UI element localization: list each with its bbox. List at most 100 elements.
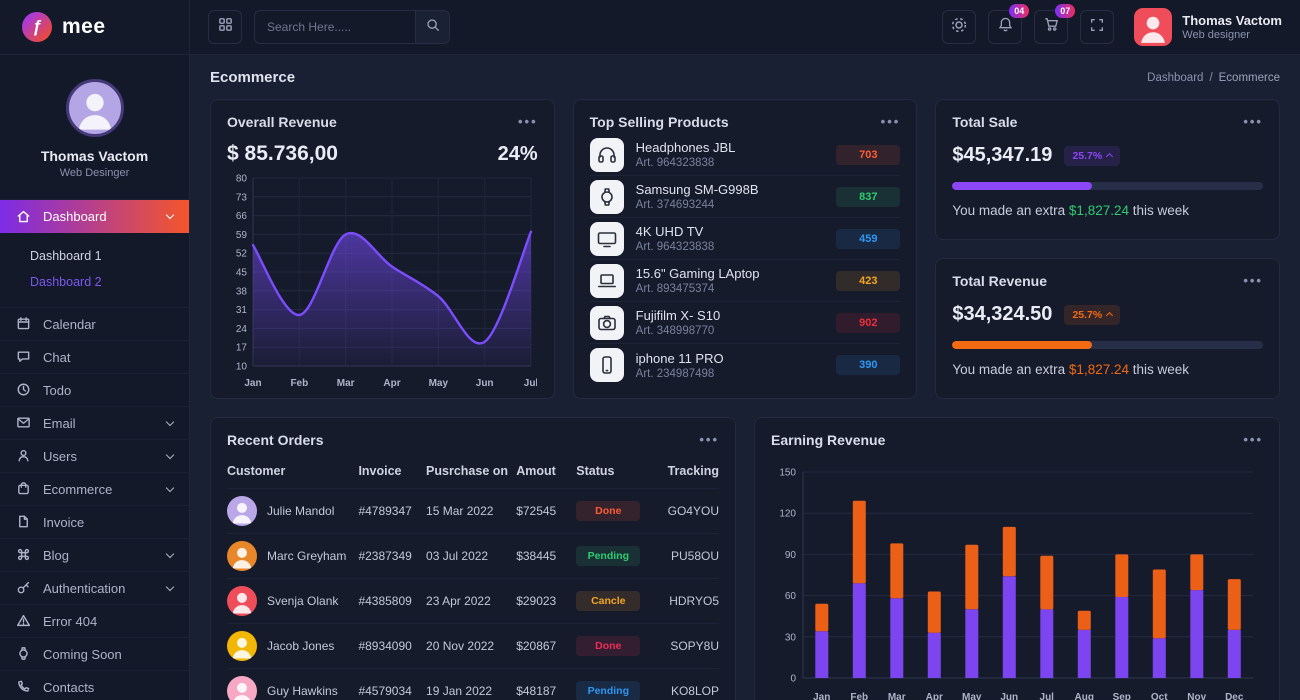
settings-button[interactable] [942,10,977,44]
svg-text:Sep: Sep [1113,692,1131,700]
sidebar-item-invoice[interactable]: Invoice [0,506,189,539]
sidebar-item-label: Users [43,448,77,464]
sidebar-item-authentication[interactable]: Authentication [0,572,189,605]
sidebar-profile-name: Thomas Vactom [40,148,149,164]
svg-text:66: 66 [236,211,248,222]
total-sale-menu-icon[interactable]: ••• [1243,115,1263,128]
customer-avatar [227,541,257,571]
chevron-down-icon [165,483,175,492]
product-row[interactable]: 4K UHD TV Art. 964323838 459 [589,218,901,260]
customer-avatar [227,676,257,700]
sidebar-subitem-1[interactable]: Dashboard 1 [0,243,189,269]
product-name: 4K UHD TV [635,224,704,239]
product-name: 15.6" Gaming LAptop [635,266,760,281]
svg-text:Mar: Mar [337,378,355,389]
fullscreen-button[interactable] [1080,10,1115,44]
product-row[interactable]: Headphones JBL Art. 964323838 703 [589,134,901,176]
key-icon [16,580,32,596]
svg-text:Mar: Mar [888,692,906,700]
sidebar-item-label: Contacts [43,679,95,695]
svg-text:Jan: Jan [244,378,261,389]
sidebar-item-label: Calendar [43,316,96,332]
order-amount: $72545 [516,504,557,518]
recent-orders-menu-icon[interactable]: ••• [699,433,719,446]
earning-revenue-menu-icon[interactable]: ••• [1243,433,1263,446]
sidebar-item-error-404[interactable]: Error 404 [0,605,189,638]
product-article: Art. 964323838 [635,157,715,169]
notifications-button[interactable]: 04 [988,4,1030,44]
svg-text:31: 31 [236,305,248,316]
breadcrumb-dashboard[interactable]: Dashboard [1147,72,1203,84]
sidebar-item-blog[interactable]: Blog [0,539,189,572]
order-row[interactable]: Marc Greyham #2387349 03 Jul 2022 $38445… [227,533,719,578]
sidebar-item-dashboard[interactable]: Dashboard [0,200,189,233]
caret-up-icon [1106,152,1114,161]
sidebar-item-ecommerce[interactable]: Ecommerce [0,473,189,506]
product-thumbnail [589,221,624,256]
user-menu[interactable]: Thomas Vactom Web designer [1134,8,1282,46]
total-sale-extra-amount: $1,827.24 [1068,203,1129,218]
total-revenue-menu-icon[interactable]: ••• [1243,274,1263,287]
order-amount: $38445 [516,549,557,563]
recent-orders-table: Customer Invoice Pusrchase on Amout Status Tr… [227,456,719,700]
product-row[interactable]: Fujifilm X- S10 Art. 348998770 902 [589,302,901,344]
order-amount: $29023 [516,594,557,608]
sidebar-subitem-2[interactable]: Dashboard 2 [0,269,189,295]
chevron-down-icon [165,210,175,220]
order-row[interactable]: Guy Hawkins #4579034 19 Jan 2022 $48187 … [227,668,719,700]
fullscreen-icon [1089,17,1105,38]
overall-revenue-menu-icon[interactable]: ••• [518,115,538,128]
order-row[interactable]: Svenja Olank #4385809 23 Apr 2022 $29023… [227,578,719,623]
sidebar-item-coming-soon[interactable]: Coming Soon [0,638,189,671]
order-status-badge: Cancle [576,591,641,611]
total-sale-progress-track [952,182,1263,190]
total-revenue-extra-amount: $1,827.24 [1068,362,1129,377]
cart-button[interactable]: 07 [1034,4,1076,44]
total-sale-percent-badge: 25.7% [1064,145,1121,166]
total-revenue-title: Total Revenue [952,273,1047,289]
order-status-badge: Pending [576,546,641,566]
order-invoice: #8934090 [358,639,412,653]
product-row[interactable]: Samsung SM-G998B Art. 374693244 837 [589,176,901,218]
order-invoice: #4789347 [358,504,412,518]
sidebar-item-users[interactable]: Users [0,440,189,473]
sidebar-item-todo[interactable]: Todo [0,374,189,407]
notification-count-badge: 04 [1009,4,1030,18]
order-row[interactable]: Jacob Jones #8934090 20 Nov 2022 $20867 … [227,623,719,668]
sidebar-item-calendar[interactable]: Calendar [0,308,189,341]
sidebar-item-contacts[interactable]: Contacts [0,671,189,700]
order-row[interactable]: Julie Mandol #4789347 15 Mar 2022 $72545… [227,488,719,533]
svg-text:Nov: Nov [1187,692,1206,700]
product-row[interactable]: iphone 11 PRO Art. 234987498 390 [589,344,901,386]
dashboard-submenu: Dashboard 1 Dashboard 2 [0,233,189,308]
svg-text:Jun: Jun [1000,692,1018,700]
order-status-badge: Pending [576,681,641,700]
svg-text:Dec: Dec [1225,692,1244,700]
chevron-down-icon [165,582,175,591]
breadcrumb: Dashboard / Ecommerce [1147,72,1280,84]
brand-name: mee [62,15,106,38]
product-thumbnail [589,263,624,298]
svg-text:Aug: Aug [1075,692,1094,700]
sidebar-item-label: Ecommerce [43,481,113,497]
chat-icon [16,349,32,365]
product-row[interactable]: 15.6" Gaming LAptop Art. 893475374 423 [589,260,901,302]
order-status-badge: Done [576,636,641,656]
sidebar-item-chat[interactable]: Chat [0,341,189,374]
recent-orders-card: Recent Orders ••• Customer Invoice Pusrcha… [210,417,736,700]
search-button[interactable] [415,11,449,43]
brand-logo[interactable]: ƒ mee [0,0,190,54]
svg-text:30: 30 [785,632,797,643]
apps-grid-button[interactable] [208,10,242,44]
svg-text:Jul: Jul [1040,692,1055,700]
total-sale-extra-text: You made an extra $1,827.24 this week [952,203,1190,218]
orders-column-header: Tracking [667,464,719,478]
sidebar-item-email[interactable]: Email [0,407,189,440]
svg-text:73: 73 [236,192,248,203]
search-input[interactable] [255,20,415,34]
product-article: Art. 893475374 [635,283,715,295]
svg-text:Feb: Feb [290,378,308,389]
top-selling-menu-icon[interactable]: ••• [881,115,901,128]
product-count-badge: 837 [836,186,901,207]
customer-name: Guy Hawkins [267,684,338,698]
